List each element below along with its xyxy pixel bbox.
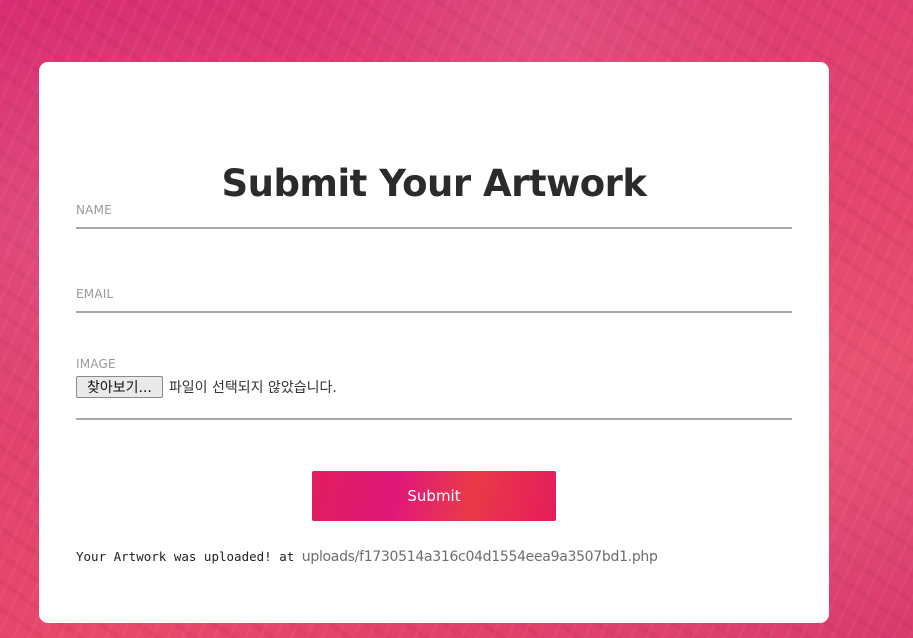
name-input[interactable] <box>76 213 792 227</box>
upload-card: Submit Your Artwork NAME EMAIL IMAGE 찾아보… <box>39 62 829 623</box>
name-field: NAME <box>76 202 792 229</box>
upload-path-link[interactable]: uploads/f1730514a316c04d1554eea9a3507bd1… <box>302 549 658 565</box>
email-input[interactable] <box>76 297 792 311</box>
browse-button[interactable]: 찾아보기... <box>76 376 163 398</box>
file-picker: 찾아보기... 파일이 선택되지 않았습니다. <box>76 375 337 399</box>
submit-button[interactable]: Submit <box>312 471 556 521</box>
upload-result: Your Artwork was uploaded! at uploads/f1… <box>76 548 658 566</box>
file-status-text: 파일이 선택되지 않았습니다. <box>168 380 337 396</box>
image-field: IMAGE 찾아보기... 파일이 선택되지 않았습니다. <box>76 356 792 420</box>
image-label: IMAGE <box>76 357 116 371</box>
page-title: Submit Your Artwork <box>221 162 647 205</box>
upload-message-text: Your Artwork was uploaded! at <box>76 549 302 564</box>
email-field: EMAIL <box>76 286 792 313</box>
